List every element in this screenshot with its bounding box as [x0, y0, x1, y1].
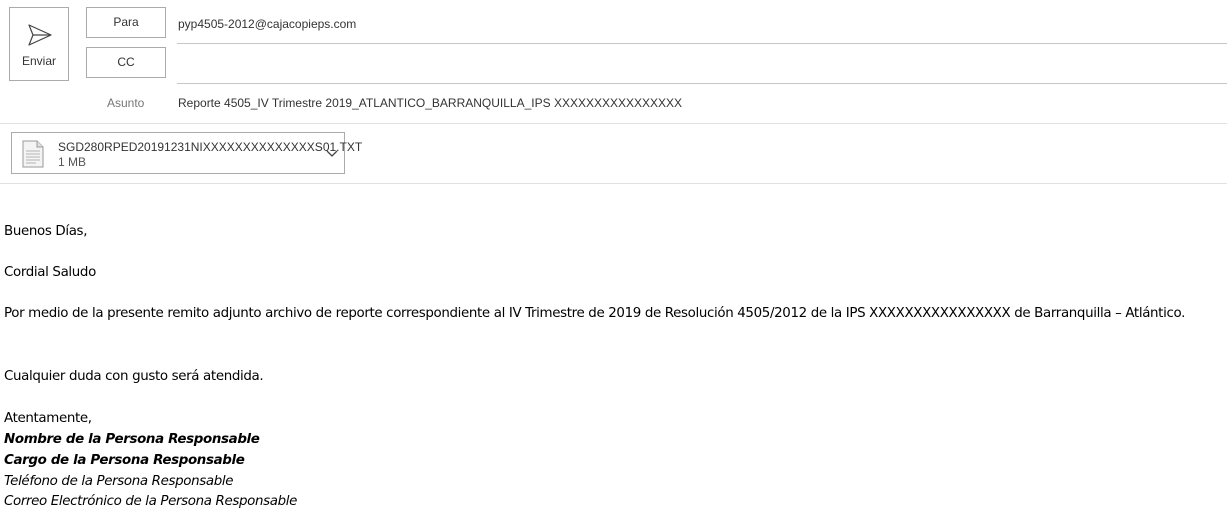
- cc-button[interactable]: CC: [86, 47, 166, 78]
- signature-name: Nombre de la Persona Responsable: [4, 432, 260, 447]
- text-file-icon: [22, 140, 44, 168]
- header-divider: [0, 123, 1227, 124]
- send-icon: [28, 24, 52, 46]
- send-button[interactable]: Enviar: [9, 7, 69, 81]
- signature-title: Cargo de la Persona Responsable: [4, 453, 245, 468]
- body-greeting: Buenos Días,: [4, 224, 88, 239]
- signature-email: Correo Electrónico de la Persona Respons…: [4, 494, 298, 509]
- to-button[interactable]: Para: [86, 7, 166, 38]
- attachment-divider: [0, 183, 1227, 184]
- body-closing: Atentamente,: [4, 411, 92, 426]
- body-questions: Cualquier duda con gusto será atendida.: [4, 369, 264, 384]
- attachment-name: SGD280RPED20191231NIXXXXXXXXXXXXXXS01.TX…: [58, 140, 363, 154]
- attachment-card[interactable]: SGD280RPED20191231NIXXXXXXXXXXXXXXS01.TX…: [11, 132, 362, 174]
- subject-label: Asunto: [107, 96, 145, 110]
- attachment-size: 1 MB: [58, 155, 87, 169]
- to-field-underline: [177, 43, 1227, 44]
- send-label: Enviar: [21, 54, 56, 68]
- to-field[interactable]: pyp4505-2012@cajacopieps.com: [178, 17, 356, 31]
- cc-field-underline: [177, 83, 1227, 84]
- chevron-down-icon[interactable]: [326, 148, 338, 158]
- subject-field[interactable]: Reporte 4505_IV Trimestre 2019_ATLANTICO…: [178, 96, 682, 110]
- body-paragraph: Por medio de la presente remito adjunto …: [4, 306, 1185, 321]
- body-salutation: Cordial Saludo: [4, 265, 96, 280]
- signature-phone: Teléfono de la Persona Responsable: [4, 474, 234, 489]
